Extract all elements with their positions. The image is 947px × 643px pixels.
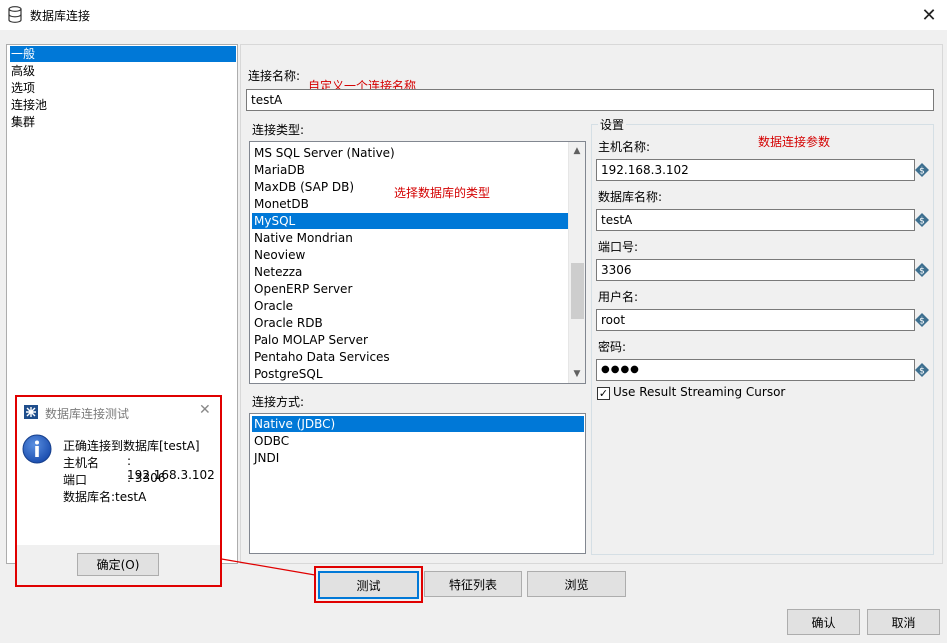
- nav-item-cluster[interactable]: 集群: [10, 114, 35, 130]
- list-item[interactable]: Native Mondrian: [252, 230, 353, 246]
- database-icon: [8, 6, 22, 23]
- close-button[interactable]: ✕: [917, 3, 941, 27]
- dialog-title-bar: 数据库连接测试 ✕: [17, 397, 220, 427]
- list-item[interactable]: MonetDB: [252, 196, 309, 212]
- list-item[interactable]: Pentaho Data Services: [252, 349, 390, 365]
- dialog-port-value: : 3306: [127, 471, 166, 485]
- feature-list-button[interactable]: 特征列表: [424, 571, 522, 597]
- variable-icon[interactable]: $: [915, 363, 929, 377]
- svg-text:$: $: [919, 317, 925, 327]
- window-title: 数据库连接: [30, 9, 91, 23]
- username-input[interactable]: root: [596, 309, 915, 331]
- svg-text:$: $: [919, 267, 925, 277]
- password-input[interactable]: ●●●●: [596, 359, 915, 381]
- dialog-close-button[interactable]: ✕: [199, 402, 211, 418]
- list-item[interactable]: MS SQL Server (Native): [252, 145, 395, 161]
- dialog-port-key: 端口: [63, 473, 88, 487]
- dialog-ok-button[interactable]: 确定(O): [77, 553, 159, 576]
- list-item[interactable]: ODBC: [252, 433, 289, 449]
- list-item[interactable]: Oracle: [252, 298, 293, 314]
- explore-button[interactable]: 浏览: [527, 571, 626, 597]
- list-item-selected[interactable]: MySQL: [252, 213, 568, 229]
- connection-name-label: 连接名称:: [248, 69, 301, 83]
- dialog-db-line: 数据库名:testA: [63, 490, 147, 504]
- connection-type-annotation: 选择数据库的类型: [394, 186, 491, 200]
- connection-name-input[interactable]: testA: [246, 89, 934, 111]
- connection-type-list[interactable]: MS SQL Server (Native) MariaDB MaxDB (SA…: [249, 141, 586, 384]
- nav-item-advanced[interactable]: 高级: [10, 63, 35, 79]
- svg-text:$: $: [919, 167, 925, 177]
- connection-type-scrollbar[interactable]: ▲ ▼: [568, 142, 585, 383]
- connection-test-dialog: 数据库连接测试 ✕ 正确连接到数据库[testA] 主机名 : 192.168.…: [17, 397, 220, 585]
- svg-text:$: $: [919, 367, 925, 377]
- access-method-list[interactable]: Native (JDBC) ODBC JNDI: [249, 413, 586, 554]
- settings-group-label: 设置: [598, 116, 627, 133]
- scroll-up-icon[interactable]: ▲: [569, 143, 585, 159]
- nav-item-options[interactable]: 选项: [10, 80, 35, 96]
- list-item[interactable]: Netezza: [252, 264, 302, 280]
- svg-text:$: $: [919, 217, 925, 227]
- username-label: 用户名:: [598, 290, 639, 304]
- info-icon: [22, 434, 52, 464]
- scroll-down-icon[interactable]: ▼: [569, 366, 585, 382]
- host-label: 主机名称:: [598, 140, 651, 154]
- variable-icon[interactable]: $: [915, 213, 929, 227]
- test-button-highlight: [314, 566, 423, 603]
- ok-button[interactable]: 确认: [787, 609, 860, 635]
- nav-item-general[interactable]: 一般: [10, 46, 236, 62]
- cancel-button[interactable]: 取消: [867, 609, 940, 635]
- connection-type-label: 连接类型:: [252, 123, 305, 137]
- title-bar: 数据库连接 ✕: [0, 0, 947, 30]
- password-label: 密码:: [598, 340, 627, 354]
- dialog-message: 正确连接到数据库[testA]: [63, 439, 200, 453]
- streaming-cursor-checkbox[interactable]: ✓: [597, 387, 610, 400]
- dialog-title: 数据库连接测试: [45, 407, 130, 421]
- list-item[interactable]: MaxDB (SAP DB): [252, 179, 354, 195]
- list-item[interactable]: JNDI: [252, 450, 279, 466]
- dialog-host-key: 主机名: [63, 456, 100, 470]
- variable-icon[interactable]: $: [915, 313, 929, 327]
- port-label: 端口号:: [598, 240, 639, 254]
- list-item-selected[interactable]: Native (JDBC): [252, 416, 584, 432]
- list-item[interactable]: Oracle RDB: [252, 315, 323, 331]
- variable-icon[interactable]: $: [915, 163, 929, 177]
- streaming-cursor-label: Use Result Streaming Cursor: [613, 385, 786, 399]
- access-method-label: 连接方式:: [252, 395, 305, 409]
- host-input[interactable]: 192.168.3.102: [596, 159, 915, 181]
- list-item[interactable]: MariaDB: [252, 162, 305, 178]
- variable-icon[interactable]: $: [915, 263, 929, 277]
- list-item[interactable]: Palo MOLAP Server: [252, 332, 368, 348]
- scroll-thumb[interactable]: [571, 263, 584, 319]
- nav-item-pooling[interactable]: 连接池: [10, 97, 47, 113]
- app-logo-icon: [24, 405, 38, 419]
- database-name-label: 数据库名称:: [598, 190, 663, 204]
- list-item[interactable]: Neoview: [252, 247, 305, 263]
- settings-annotation: 数据连接参数: [758, 135, 831, 149]
- dialog-body: 正确连接到数据库[testA] 主机名 : 192.168.3.102 端口 :…: [17, 427, 220, 545]
- list-item[interactable]: OpenERP Server: [252, 281, 352, 297]
- list-item[interactable]: PostgreSQL: [252, 366, 323, 382]
- database-name-input[interactable]: testA: [596, 209, 915, 231]
- port-input[interactable]: 3306: [596, 259, 915, 281]
